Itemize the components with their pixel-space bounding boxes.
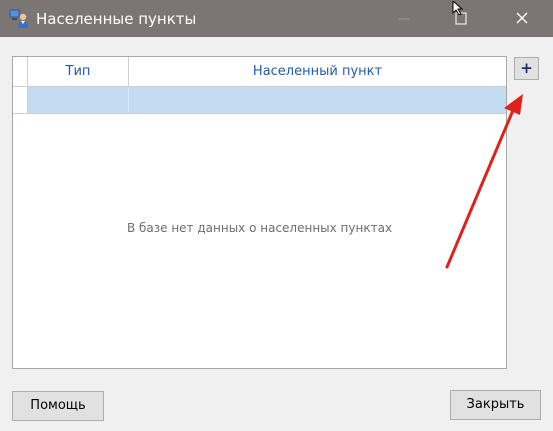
grid-corner	[13, 57, 28, 86]
column-header-settlement[interactable]: Населенный пункт	[129, 57, 506, 86]
table-row-selected[interactable]	[13, 87, 506, 114]
users-icon	[9, 9, 31, 29]
add-settlement-button[interactable]: +	[514, 57, 539, 80]
minimize-button[interactable]	[381, 0, 427, 37]
close-window-button[interactable]	[499, 0, 545, 37]
cell-settlement[interactable]	[129, 87, 506, 113]
help-button[interactable]: Помощь	[12, 391, 104, 421]
mouse-cursor-icon	[452, 0, 466, 16]
empty-state-message: В базе нет данных о населенных пунктах	[126, 221, 393, 235]
grid-header: Тип Населенный пункт	[13, 57, 506, 87]
cell-type[interactable]	[28, 87, 129, 113]
title-bar[interactable]: Населенные пункты	[0, 0, 553, 37]
settlements-grid[interactable]: Тип Населенный пункт В базе нет данных о…	[12, 56, 507, 369]
window-body: Тип Населенный пункт В базе нет данных о…	[1, 37, 551, 430]
column-header-type[interactable]: Тип	[28, 57, 129, 86]
window-title: Населенные пункты	[36, 10, 197, 28]
row-selector[interactable]	[13, 87, 28, 113]
close-button[interactable]: Закрыть	[450, 390, 541, 420]
